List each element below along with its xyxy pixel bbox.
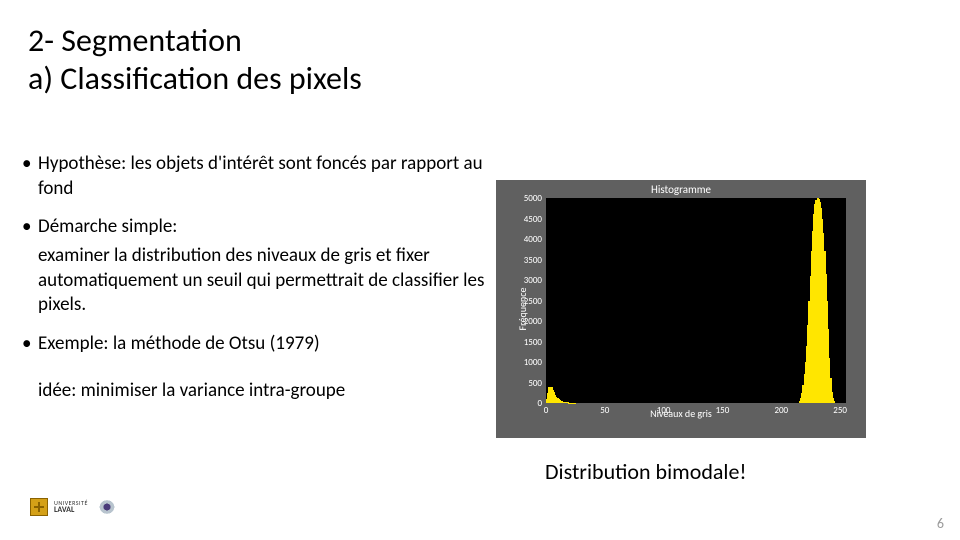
x-tick: 250: [828, 405, 852, 416]
chart-title: Histogramme: [496, 183, 866, 196]
y-tick: 1500: [500, 337, 542, 348]
plot-area: [546, 198, 846, 403]
x-tick: 0: [534, 405, 558, 416]
bullet-2-sub: examiner la distribution des niveaux de …: [38, 244, 490, 318]
title-line-2: a) Classification des pixels: [28, 60, 362, 98]
title-line-1: 2- Segmentation: [28, 22, 362, 60]
bullet-list: Hypothèse: les objets d'intérêt sont fon…: [20, 152, 490, 418]
ulaval-crest-icon: [30, 498, 48, 516]
y-tick: 5000: [500, 193, 542, 204]
y-tick: 3000: [500, 275, 542, 286]
page-number: 6: [937, 515, 944, 532]
x-tick: 100: [652, 405, 676, 416]
x-tick: 50: [593, 405, 617, 416]
y-tick: 4500: [500, 214, 542, 225]
bullet-2: Démarche simple: examiner la distributio…: [20, 215, 490, 318]
bullet-3-sub: idée: minimiser la variance intra-groupe: [38, 379, 490, 404]
x-tick: 200: [769, 405, 793, 416]
histogram-bar: [833, 401, 835, 403]
bullet-3: Exemple: la méthode de Otsu (1979) idée:…: [20, 332, 490, 403]
y-tick: 2000: [500, 316, 542, 327]
footer-logos: UNIVERSITÉ LAVAL: [30, 498, 120, 516]
histogram-figure: Histogramme Fréquence Niveaux de gris 05…: [496, 180, 866, 438]
bullet-3-text: Exemple: la méthode de Otsu (1979): [38, 332, 320, 355]
y-tick: 4000: [500, 234, 542, 245]
logo-laval: LAVAL: [54, 506, 88, 514]
x-tick: 150: [710, 405, 734, 416]
bullet-1-text: Hypothèse: les objets d'intérêt sont fon…: [38, 152, 483, 200]
y-tick: 2500: [500, 296, 542, 307]
figure-caption: Distribution bimodale!: [545, 458, 747, 485]
y-tick: 3500: [500, 255, 542, 266]
y-tick: 1000: [500, 357, 542, 368]
ulaval-text: UNIVERSITÉ LAVAL: [54, 500, 88, 514]
slide-title: 2- Segmentation a) Classification des pi…: [28, 22, 362, 99]
y-tick: 500: [500, 378, 542, 389]
bullet-2-text: Démarche simple:: [38, 215, 177, 238]
eye-logo-icon: [94, 499, 120, 515]
bullet-1: Hypothèse: les objets d'intérêt sont fon…: [20, 152, 490, 201]
